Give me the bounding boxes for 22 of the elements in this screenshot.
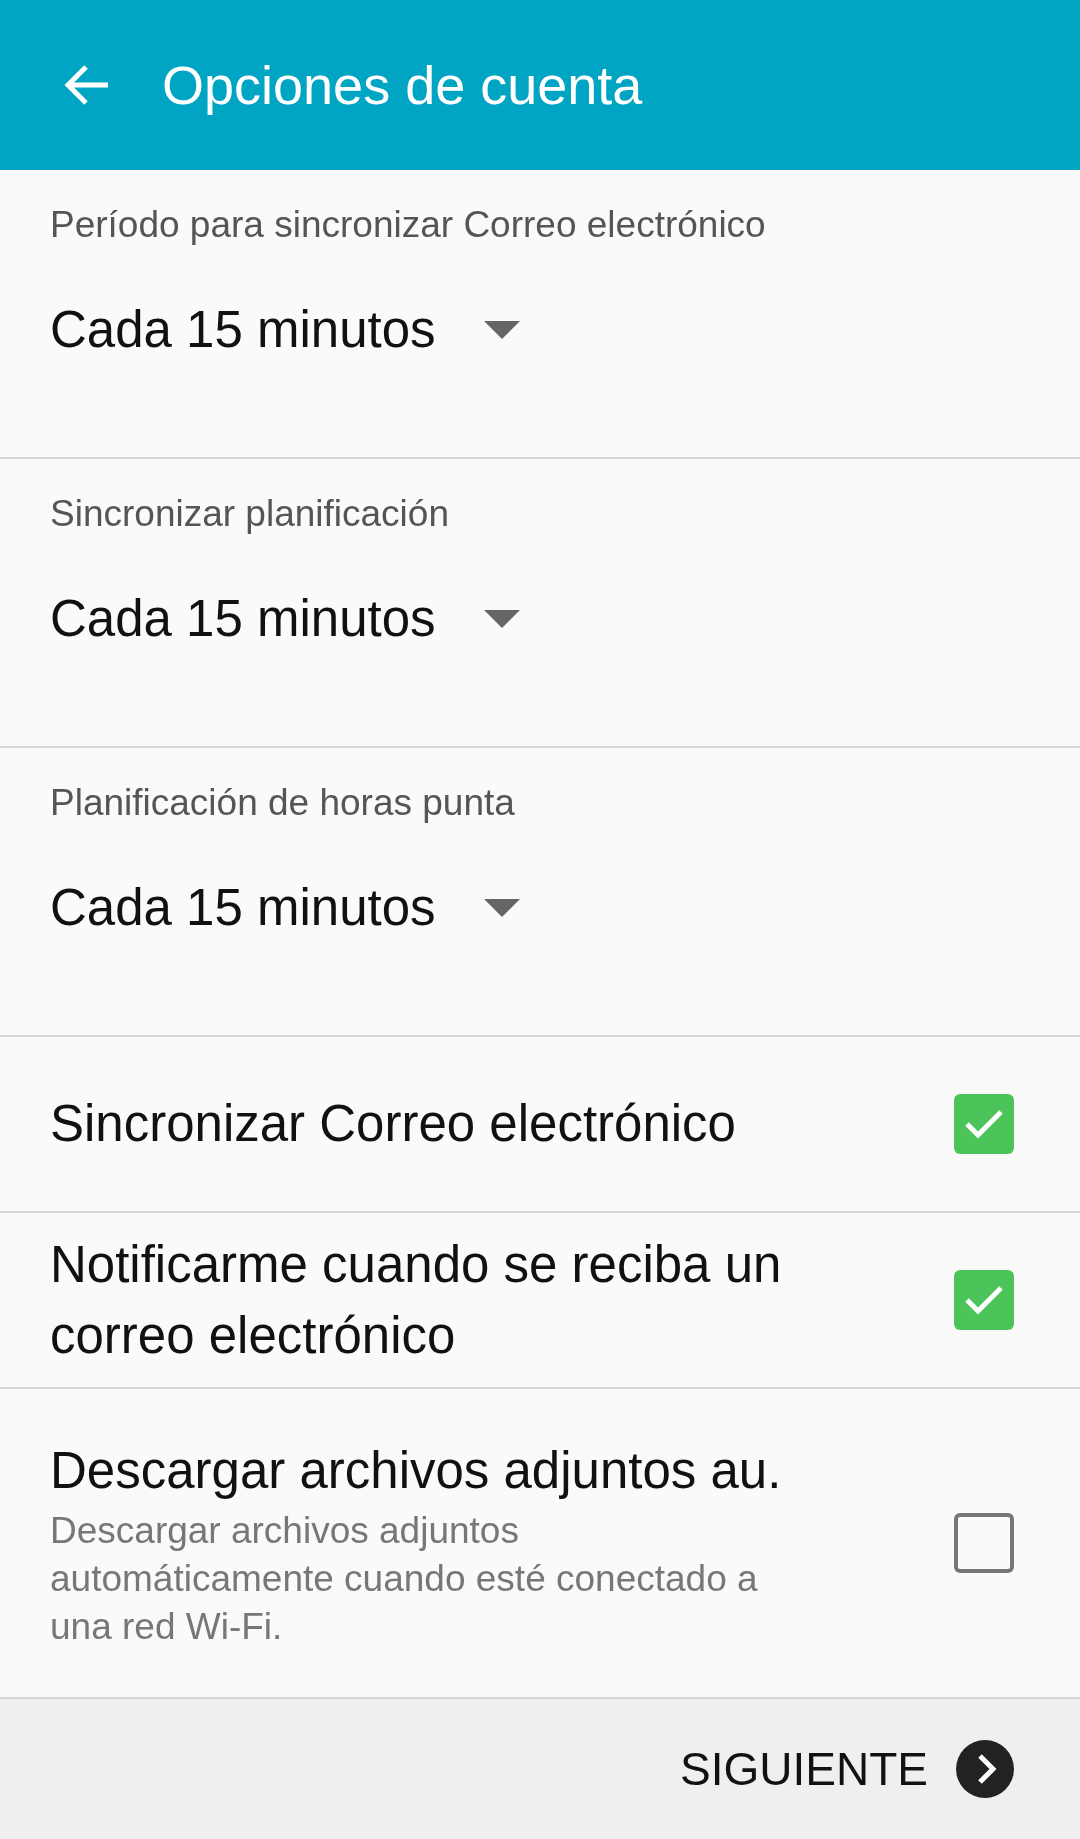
- screen-title: Opciones de cuenta: [162, 54, 643, 116]
- setting-title: Descargar archivos adjuntos au.: [50, 1441, 783, 1502]
- setting-summary: Descargar archivos adjuntos automáticamente cuando esté conectado a una red Wi-Fi.: [50, 1508, 759, 1649]
- next-button[interactable]: SIGUIENTE: [680, 1740, 1014, 1798]
- dropdown-caret-icon: [483, 320, 520, 339]
- check-icon: [964, 1108, 1004, 1140]
- check-icon: [964, 1284, 1004, 1316]
- checkbox[interactable]: [954, 1270, 1014, 1330]
- setting-title: Notificarme cuando se reciba un correo electrónico: [50, 1234, 783, 1366]
- setting-label: Planificación de horas punta: [50, 782, 516, 824]
- dropdown-caret-icon: [483, 609, 520, 628]
- setting-label: Período para sincronizar Correo electrónico: [50, 204, 767, 246]
- dropdown[interactable]: Cada 15 minutos: [50, 878, 520, 937]
- back-arrow-icon: [62, 63, 110, 107]
- setting-label: Sincronizar planificación: [50, 493, 450, 535]
- setting-title: Sincronizar Correo electrónico: [50, 1094, 736, 1155]
- chevron-circle-icon: [956, 1740, 1014, 1798]
- dropdown[interactable]: Cada 15 minutos: [50, 589, 520, 648]
- dropdown[interactable]: Cada 15 minutos: [50, 300, 520, 359]
- checkbox[interactable]: [954, 1094, 1014, 1154]
- checkbox[interactable]: [954, 1513, 1014, 1573]
- dropdown-caret-icon: [483, 898, 520, 917]
